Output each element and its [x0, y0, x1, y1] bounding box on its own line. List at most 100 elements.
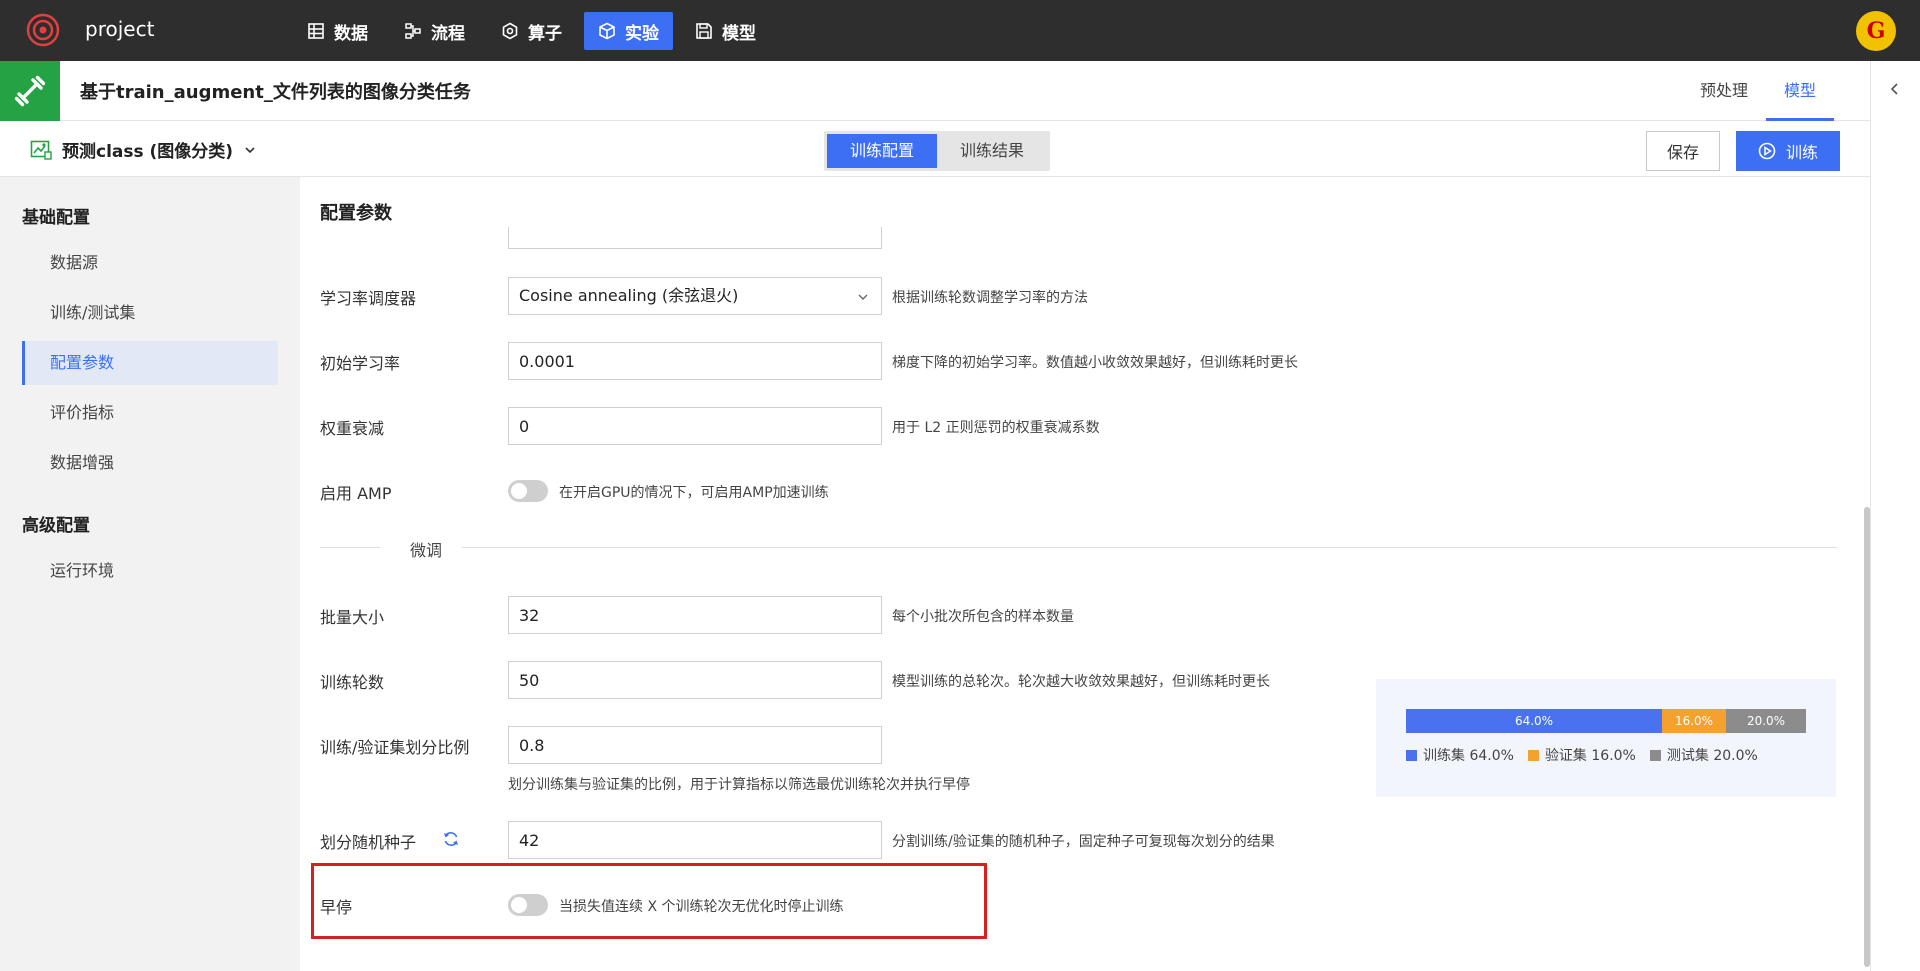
config-sidebar: 基础配置 数据源 训练/测试集 配置参数 评价指标 数据增强 高级配置 运行环境 — [0, 177, 300, 971]
train-button-label: 训练 — [1785, 143, 1818, 162]
divider-line-right — [462, 547, 1837, 548]
top-navbar: project 数据 流程 算子 实验 模型 G — [0, 0, 1920, 61]
chevron-down-icon — [245, 146, 255, 153]
model-select[interactable]: 预测class (图像分类) — [30, 137, 257, 162]
sidebar-item-augmentation[interactable]: 数据增强 — [22, 441, 278, 485]
nav-data-label: 数据 — [334, 23, 368, 44]
initial-lr-input[interactable] — [508, 342, 882, 380]
tab-train-result[interactable]: 训练结果 — [937, 134, 1047, 168]
weight-decay-hint: 用于 L2 正则惩罚的权重衰减系数 — [892, 420, 1100, 436]
split-bar: 64.0% 16.0% 20.0% — [1406, 709, 1806, 733]
split-ratio-label: 训练/验证集划分比例 — [320, 738, 470, 757]
play-circle-icon — [1758, 142, 1776, 160]
amp-hint: 在开启GPU的情况下，可启用AMP加速训练 — [559, 485, 829, 501]
nav-flow-label: 流程 — [431, 23, 465, 44]
legend-item-val: 验证集 16.0% — [1527, 745, 1636, 765]
train-button[interactable]: 训练 — [1736, 131, 1840, 171]
chevron-left-icon[interactable] — [1887, 81, 1903, 97]
weight-decay-label: 权重衰减 — [320, 419, 385, 438]
config-toolbar: 预测class (图像分类) 训练配置 训练结果 保存 训练 — [0, 121, 1870, 177]
task-title: 基于train_augment_文件列表的图像分类任务 — [80, 82, 471, 103]
split-ratio-input[interactable] — [508, 726, 882, 764]
nav-experiment[interactable]: 实验 — [584, 12, 673, 50]
split-segment-train: 64.0% — [1406, 709, 1662, 733]
floppy-disk-icon — [696, 23, 712, 39]
flow-icon — [405, 23, 421, 39]
batch-size-input[interactable] — [508, 596, 882, 634]
lr-scheduler-value: Cosine annealing (余弦退火) — [519, 286, 739, 305]
amp-toggle[interactable] — [508, 480, 548, 502]
legend-item-test: 测试集 20.0% — [1649, 745, 1758, 765]
lr-scheduler-label: 学习率调度器 — [320, 289, 417, 308]
tab-train-config[interactable]: 训练配置 — [827, 134, 937, 168]
legend-label-test: 测试集 20.0% — [1666, 748, 1758, 764]
image-chart-icon — [30, 140, 52, 160]
sidebar-item-datasource[interactable]: 数据源 — [22, 241, 278, 285]
lr-scheduler-hint: 根据训练轮数调整学习率的方法 — [892, 290, 1088, 306]
hexagon-icon — [502, 22, 518, 40]
previous-field-input[interactable] — [508, 227, 882, 249]
chevron-down-icon — [858, 294, 868, 300]
split-legend: 训练集 64.0% 验证集 16.0% 测试集 20.0% — [1406, 745, 1758, 765]
legend-item-train: 训练集 64.0% — [1406, 745, 1514, 765]
weight-decay-input[interactable] — [508, 407, 882, 445]
legend-swatch — [1527, 749, 1539, 761]
legend-label-val: 验证集 16.0% — [1544, 748, 1636, 764]
nav-model-label: 模型 — [722, 23, 756, 44]
nav-operator-label: 算子 — [528, 23, 562, 44]
split-ratio-hint: 划分训练集与验证集的比例，用于计算指标以筛选最优训练轮次并执行早停 — [508, 777, 970, 793]
model-select-label: 预测class (图像分类) — [62, 142, 234, 162]
section-title: 配置参数 — [320, 203, 392, 224]
table-icon — [308, 23, 324, 39]
legend-swatch — [1406, 749, 1417, 761]
sidebar-group-basic: 基础配置 — [22, 208, 90, 228]
main-nav: 数据 流程 算子 实验 模型 — [293, 12, 770, 50]
finetune-divider-label: 微调 — [410, 541, 443, 560]
save-button[interactable]: 保存 — [1646, 131, 1720, 171]
sidebar-item-train-test-split[interactable]: 训练/测试集 — [22, 291, 278, 335]
sidebar-item-metrics[interactable]: 评价指标 — [22, 391, 278, 435]
sidebar-group-advanced: 高级配置 — [22, 516, 90, 536]
main-scrollbar[interactable] — [1864, 227, 1870, 971]
initial-lr-hint: 梯度下降的初始学习率。数值越小收敛效果越好，但训练耗时更长 — [892, 355, 1298, 371]
nav-operator[interactable]: 算子 — [487, 12, 576, 50]
initial-lr-label: 初始学习率 — [320, 354, 401, 373]
tab-preprocess[interactable]: 预处理 — [1682, 61, 1766, 121]
project-name[interactable]: project — [85, 17, 154, 41]
sidebar-item-runtime-env[interactable]: 运行环境 — [22, 549, 278, 593]
dumbbell-icon — [14, 75, 46, 107]
refresh-icon[interactable] — [442, 830, 460, 848]
task-icon — [0, 61, 60, 121]
divider-line-left — [320, 547, 380, 548]
nav-data[interactable]: 数据 — [293, 12, 382, 50]
sidebar-item-config-params[interactable]: 配置参数 — [22, 341, 278, 385]
app-logo-icon[interactable] — [26, 13, 60, 47]
config-main: 配置参数 学习率调度器 Cosine annealing (余弦退火) 根据训练… — [300, 177, 1870, 971]
cube-icon — [599, 22, 615, 40]
split-segment-val: 16.0% — [1662, 709, 1726, 733]
epochs-input[interactable] — [508, 661, 882, 699]
split-preview-panel: 64.0% 16.0% 20.0% 训练集 64.0% 验证集 16.0% 测试… — [1376, 679, 1836, 797]
scrollbar-thumb[interactable] — [1864, 507, 1870, 967]
split-seed-label: 划分随机种子 — [320, 833, 417, 852]
view-tabs: 训练配置 训练结果 — [824, 131, 1050, 171]
user-avatar[interactable]: G — [1856, 11, 1896, 51]
lr-scheduler-select[interactable]: Cosine annealing (余弦退火) — [508, 277, 882, 315]
legend-label-train: 训练集 64.0% — [1423, 748, 1514, 764]
step-tabs: 预处理 模型 — [1682, 61, 1835, 121]
highlight-box — [311, 863, 987, 939]
epochs-hint: 模型训练的总轮次。轮次越大收敛效果越好，但训练耗时更长 — [892, 674, 1270, 690]
amp-label: 启用 AMP — [320, 484, 392, 503]
task-header: 基于train_augment_文件列表的图像分类任务 预处理 模型 — [0, 61, 1870, 121]
batch-size-hint: 每个小批次所包含的样本数量 — [892, 609, 1074, 625]
batch-size-label: 批量大小 — [320, 608, 385, 627]
right-collapse-rail — [1870, 61, 1920, 971]
tab-model[interactable]: 模型 — [1766, 61, 1835, 121]
nav-experiment-label: 实验 — [625, 23, 659, 44]
split-seed-hint: 分割训练/验证集的随机种子，固定种子可复现每次划分的结果 — [892, 834, 1275, 850]
nav-model[interactable]: 模型 — [681, 12, 770, 50]
nav-flow[interactable]: 流程 — [390, 12, 479, 50]
split-seed-input[interactable] — [508, 821, 882, 859]
epochs-label: 训练轮数 — [320, 673, 385, 692]
legend-swatch — [1649, 749, 1661, 761]
